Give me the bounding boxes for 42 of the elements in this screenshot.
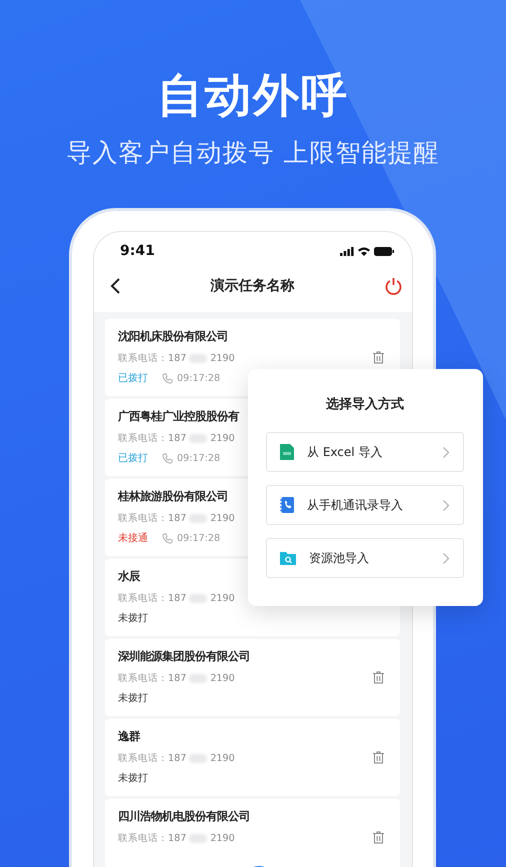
phone-suffix: 2190	[210, 432, 235, 444]
call-status: 已拨打	[118, 372, 148, 385]
phone-prefix: 187	[168, 512, 186, 524]
phone-suffix: 2190	[210, 832, 235, 844]
call-time: 09:17:28	[177, 452, 220, 464]
call-time: 09:17:28	[177, 372, 220, 384]
call-time: 09:17:28	[177, 532, 220, 544]
phone-label: 联系电话：	[118, 832, 168, 844]
contact-name: 逸群	[118, 729, 140, 745]
call-status: 未拨打	[118, 772, 148, 785]
call-status: 已拨打	[118, 452, 148, 465]
phone-suffix: 2190	[210, 672, 235, 684]
phone-prefix: 187	[168, 752, 186, 764]
phone-prefix: 187	[168, 352, 186, 364]
phone-label: 联系电话：	[118, 592, 168, 604]
phone-label: 联系电话：	[118, 672, 168, 684]
headline: 自动外呼	[156, 67, 350, 124]
phone-prefix: 187	[168, 432, 186, 444]
phone-prefix: 187	[168, 672, 186, 684]
call-status: 未拨打	[118, 612, 148, 625]
phone-suffix: 2190	[210, 752, 235, 764]
contact-name: 广西粤桂广业控股股份有	[118, 409, 239, 425]
call-status: 未拨打	[118, 692, 148, 705]
dialog-title: 选择导入方式	[325, 396, 405, 413]
subheadline: 导入客户自动拨号 上限智能提醒	[66, 137, 440, 169]
nav-title: 演示任务名称	[210, 277, 294, 295]
phone-suffix: 2190	[210, 592, 235, 604]
contact-name: 深圳能源集团股份有限公司	[118, 649, 250, 665]
contact-name: 四川浩物机电股份有限公司	[118, 809, 250, 825]
contact-name: 沈阳机床股份有限公司	[118, 329, 228, 345]
phone-prefix: 187	[168, 592, 186, 604]
phone-suffix: 2190	[210, 352, 235, 364]
contact-name: 水辰	[118, 569, 140, 585]
call-status: 未接通	[118, 532, 148, 545]
contact-name: 桂林旅游股份有限公司	[118, 489, 228, 505]
phone-label: 联系电话：	[118, 752, 168, 764]
phone-label: 联系电话：	[118, 432, 168, 444]
phone-label: 联系电话：	[118, 352, 168, 364]
phone-label: 联系电话：	[118, 512, 168, 524]
status-time: 9:41	[120, 243, 155, 259]
phone-prefix: 187	[168, 832, 186, 844]
phone-suffix: 2190	[210, 512, 235, 524]
